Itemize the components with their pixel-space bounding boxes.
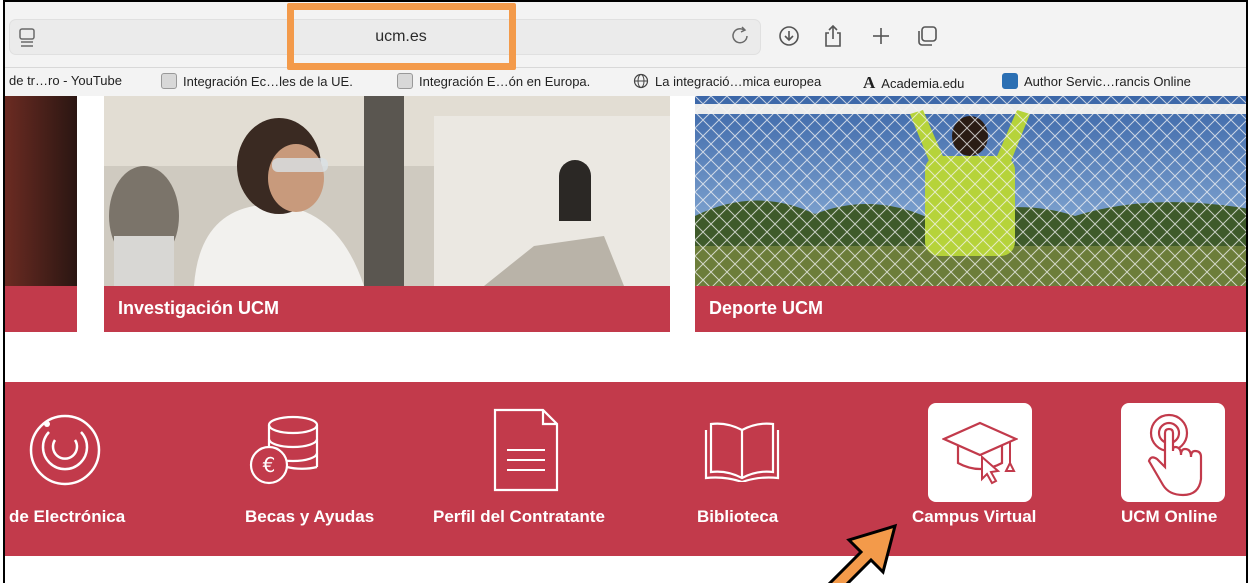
annotation-arrow-icon: [827, 523, 898, 583]
svg-text:€: €: [263, 453, 276, 477]
bookmark-item[interactable]: A Academia.edu: [863, 73, 964, 93]
share-icon[interactable]: [821, 24, 845, 48]
browser-window: ucm.es de tr…ro - YouTube Integración Ec…: [3, 0, 1248, 583]
card-caption: Investigación UCM: [104, 286, 670, 332]
card-caption-bar: [5, 286, 77, 332]
partial-card[interactable]: [5, 96, 77, 332]
campus-virtual-tile[interactable]: [928, 403, 1032, 502]
download-icon[interactable]: [777, 24, 801, 48]
ucm-online-tile[interactable]: [1121, 403, 1225, 502]
card-investigacion[interactable]: Investigación UCM: [104, 96, 670, 332]
service-link-biblioteca[interactable]: Biblioteca: [697, 507, 778, 527]
service-link-campus-virtual[interactable]: Campus Virtual: [912, 507, 1036, 527]
card-caption: Deporte UCM: [695, 286, 1246, 332]
bookmark-item[interactable]: Integración Ec…les de la UE.: [161, 73, 353, 89]
bookmark-label: Integración E…ón en Europa.: [419, 73, 591, 89]
circle-power-icon: [29, 414, 101, 486]
doc-favicon-icon: [397, 73, 413, 89]
bookmark-item[interactable]: La integració…mica europea: [633, 73, 821, 89]
sidebar-toggle-icon[interactable]: [19, 28, 35, 48]
service-link-perfil[interactable]: Perfil del Contratante: [433, 507, 605, 527]
bookmark-label: Author Servic…rancis Online: [1024, 73, 1191, 89]
cloud-favicon-icon: [1002, 73, 1018, 89]
document-icon: [493, 408, 559, 492]
reload-icon[interactable]: [729, 24, 751, 46]
tab-overview-icon[interactable]: [915, 24, 939, 48]
academia-a-icon: A: [863, 73, 876, 92]
services-ribbon: [5, 382, 1246, 556]
bookmark-item[interactable]: Author Servic…rancis Online: [1002, 73, 1191, 89]
globe-icon: [633, 73, 649, 89]
bookmark-item[interactable]: de tr…ro - YouTube: [9, 73, 122, 88]
bookmark-item[interactable]: Integración E…ón en Europa.: [397, 73, 590, 89]
hand-tap-icon: [1147, 413, 1203, 497]
coins-euro-icon: €: [249, 415, 319, 485]
lab-photo-image: [104, 96, 670, 286]
open-book-icon: [704, 422, 780, 482]
browser-toolbar: ucm.es: [5, 2, 1246, 68]
card-deporte[interactable]: Deporte UCM: [695, 96, 1246, 332]
url-highlight-annotation: [287, 3, 516, 70]
bookmark-label: de tr…ro - YouTube: [9, 73, 122, 88]
bookmark-label: Academia.edu: [881, 75, 965, 91]
service-link-sede[interactable]: de Electrónica: [9, 507, 125, 527]
bookmarks-bar: de tr…ro - YouTube Integración Ec…les de…: [5, 68, 1246, 96]
bookmark-label: La integració…mica europea: [655, 73, 822, 89]
goalkeeper-photo-image: [695, 96, 1246, 286]
service-link-becas[interactable]: Becas y Ayudas: [245, 507, 374, 527]
doc-favicon-icon: [161, 73, 177, 89]
new-tab-icon[interactable]: [869, 24, 893, 48]
bookmark-label: Integración Ec…les de la UE.: [183, 73, 353, 89]
service-link-ucm-online[interactable]: UCM Online: [1121, 507, 1217, 527]
graduation-cap-cursor-icon: [942, 421, 1018, 485]
